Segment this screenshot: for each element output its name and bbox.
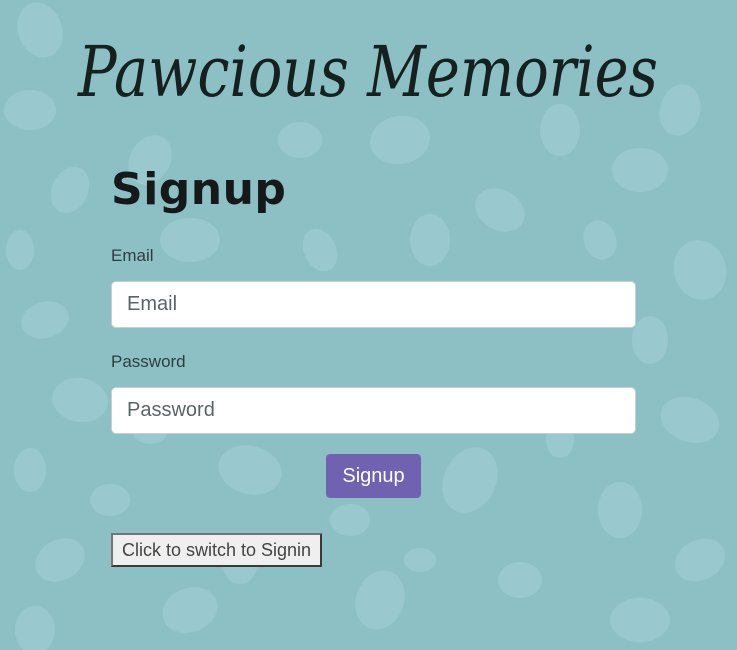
password-input[interactable]	[111, 387, 636, 434]
app-title: Pawcious Memories	[76, 31, 658, 113]
app-logo: Pawcious Memories	[76, 31, 658, 113]
form-heading: Signup	[111, 164, 287, 215]
switch-to-signin-button[interactable]: Click to switch to Signin	[111, 533, 323, 567]
email-input[interactable]	[111, 281, 636, 328]
email-label: Email	[111, 246, 154, 265]
signup-form: Signup Email Password Signup	[111, 160, 636, 498]
signup-submit-button[interactable]: Signup	[326, 454, 421, 498]
password-label: Password	[111, 352, 186, 371]
